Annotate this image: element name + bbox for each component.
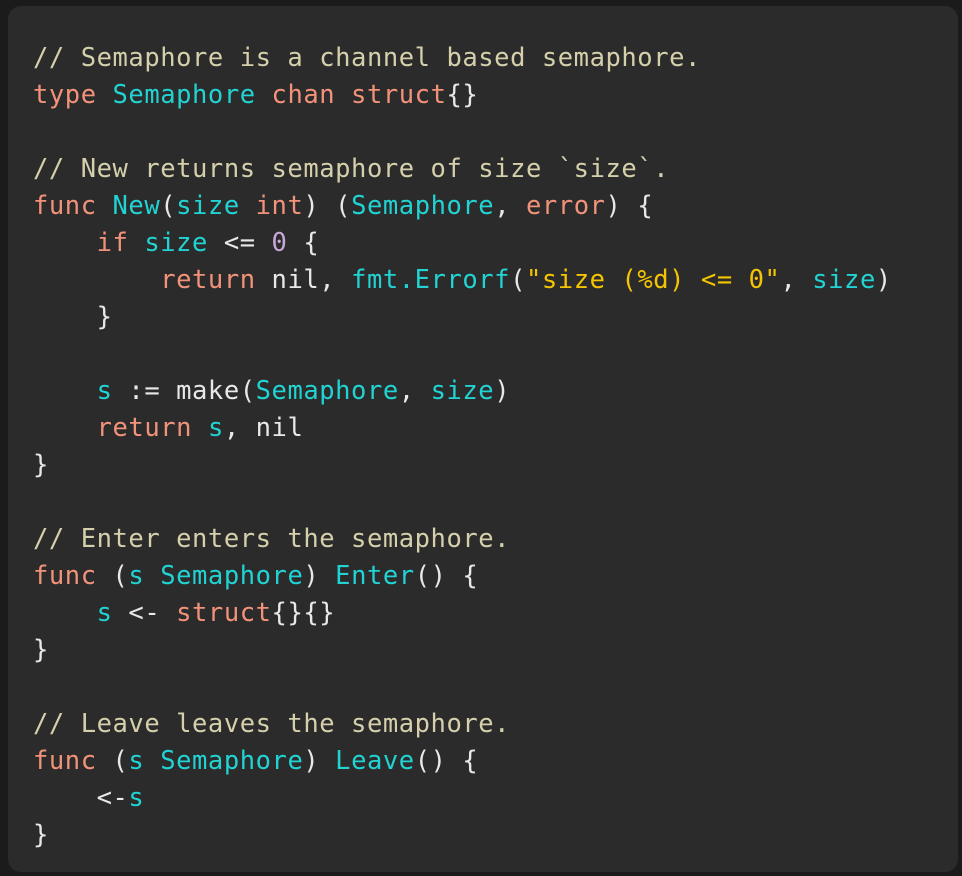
code-line: ​ — [33, 114, 892, 151]
code-line: ​ — [33, 336, 892, 373]
code-token-plain: ) ( — [303, 191, 352, 221]
code-token-plain: := make( — [112, 376, 256, 406]
code-token-plain: , nil — [223, 413, 304, 443]
code-token-ident: size — [144, 228, 208, 258]
code-token-keyword: func — [33, 561, 113, 591]
code-token-plain: ( — [160, 191, 177, 221]
code-token-keyword: int — [255, 191, 304, 221]
code-line: // Semaphore is a channel based semaphor… — [33, 40, 892, 77]
code-token-string: "size (%d) <= 0" — [526, 265, 781, 295]
code-token-plain: <- — [33, 783, 129, 813]
code-token-keyword: func — [33, 191, 113, 221]
code-token-keyword: error — [526, 191, 606, 221]
code-token-plain: <= — [207, 228, 272, 258]
code-token-plain: ) — [303, 746, 336, 776]
code-line: s := make(Semaphore, size) — [33, 373, 892, 410]
code-line: if size <= 0 { — [33, 225, 892, 262]
code-line: // Leave leaves the semaphore. — [33, 706, 892, 743]
code-line: s <- struct{}{} — [33, 595, 892, 632]
code-token-plain: () { — [414, 561, 479, 591]
code-token-plain: ( — [112, 746, 129, 776]
code-line: } — [33, 817, 892, 854]
code-token-plain: ) — [303, 561, 336, 591]
code-token-plain: ) — [875, 265, 892, 295]
code-line: func (s Semaphore) Enter() { — [33, 558, 892, 595]
code-token-ident: s — [207, 413, 224, 443]
code-token-ident: size — [430, 376, 495, 406]
code-token-plain: ) { — [605, 191, 654, 221]
code-line: return s, nil — [33, 410, 892, 447]
code-token-keyword: type — [33, 80, 113, 110]
code-token-plain: } — [33, 635, 49, 665]
code-token-plain: } — [33, 820, 49, 850]
code-token-comment: // Leave leaves the semaphore. — [33, 709, 511, 739]
code-token-number: 0 — [271, 228, 288, 258]
code-snippet-card: // Semaphore is a channel based semaphor… — [8, 6, 958, 872]
code-line: type Semaphore chan struct{} — [33, 77, 892, 114]
code-token-plain: , — [398, 376, 431, 406]
code-token-ident: s — [96, 376, 113, 406]
code-token-keyword: return — [96, 413, 193, 443]
code-line: } — [33, 447, 892, 484]
code-token-ident: s — [128, 783, 145, 813]
code-token-ident: Semaphore — [351, 191, 495, 221]
code-token-ident: Semaphore — [255, 376, 399, 406]
code-block[interactable]: // Semaphore is a channel based semaphor… — [33, 40, 892, 854]
code-token-comment: // Enter enters the semaphore. — [33, 524, 511, 554]
code-token-ident: fmt.Errorf — [351, 265, 511, 295]
code-line: <-s — [33, 780, 892, 817]
code-token-plain: , — [780, 265, 813, 295]
code-token-comment: // Semaphore is a channel based semaphor… — [33, 43, 701, 73]
code-line: func New(size int) (Semaphore, error) { — [33, 188, 892, 225]
code-token-comment: // New returns semaphore of size `size`. — [33, 154, 670, 184]
code-token-ident: Enter — [335, 561, 415, 591]
code-token-ident: size — [176, 191, 256, 221]
code-token-plain: ( — [112, 561, 129, 591]
code-token-ident: Semaphore — [112, 80, 256, 110]
code-token-keyword: func — [33, 746, 113, 776]
code-token-plain: {}{} — [271, 598, 336, 628]
code-token-ident: s — [96, 598, 113, 628]
code-token-ident: Leave — [335, 746, 415, 776]
code-line: return nil, fmt.Errorf("size (%d) <= 0",… — [33, 262, 892, 299]
code-token-plain: () { — [414, 746, 479, 776]
code-line: } — [33, 299, 892, 336]
code-token-keyword: chan struct — [271, 80, 447, 110]
code-token-plain: , — [494, 191, 527, 221]
code-line: // New returns semaphore of size `size`. — [33, 151, 892, 188]
code-line: ​ — [33, 669, 892, 706]
code-token-ident: s Semaphore — [128, 746, 304, 776]
code-line: } — [33, 632, 892, 669]
code-token-plain: } — [33, 450, 49, 480]
code-token-plain: <- — [112, 598, 177, 628]
code-token-keyword: return — [160, 265, 256, 295]
code-token-plain: } — [33, 302, 113, 332]
code-token-ident: size — [812, 265, 876, 295]
code-token-plain: ) — [494, 376, 511, 406]
code-token-plain: { — [287, 228, 320, 258]
code-token-ident: New — [112, 191, 161, 221]
code-token-ident: s Semaphore — [128, 561, 304, 591]
code-token-keyword: if — [96, 228, 145, 258]
code-line: ​ — [33, 484, 892, 521]
code-line: // Enter enters the semaphore. — [33, 521, 892, 558]
code-token-plain: {} — [446, 80, 479, 110]
code-line: func (s Semaphore) Leave() { — [33, 743, 892, 780]
code-token-plain: nil, — [255, 265, 352, 295]
code-token-keyword: struct — [176, 598, 272, 628]
code-token-plain: ( — [510, 265, 526, 295]
